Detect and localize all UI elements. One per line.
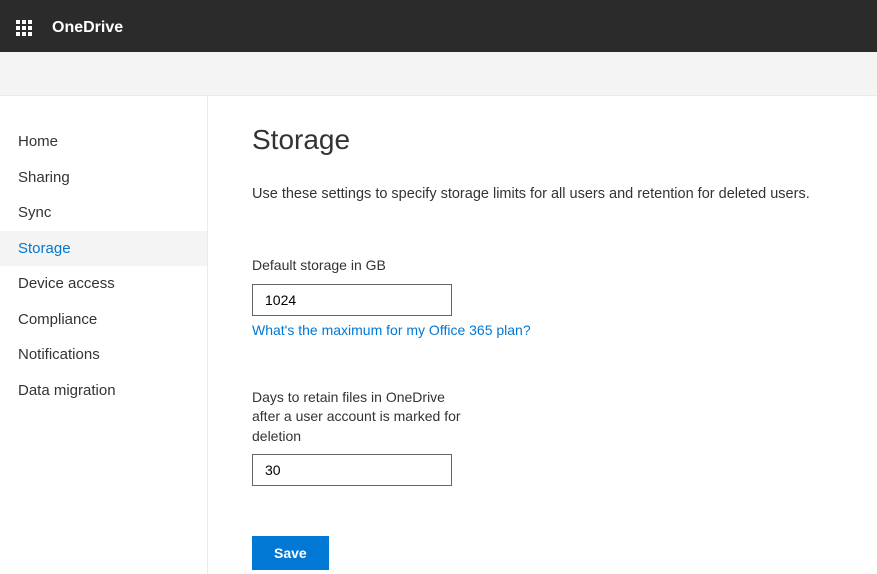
nav-item-notifications[interactable]: Notifications — [0, 337, 207, 373]
header-bar: OneDrive — [0, 4, 877, 52]
page-title: Storage — [252, 124, 837, 156]
nav-item-storage[interactable]: Storage — [0, 231, 207, 267]
retention-group: Days to retain files in OneDrive after a… — [252, 388, 837, 487]
nav-item-sync[interactable]: Sync — [0, 195, 207, 231]
storage-help-link[interactable]: What's the maximum for my Office 365 pla… — [252, 322, 837, 338]
sidebar-nav: Home Sharing Sync Storage Device access … — [0, 96, 208, 574]
body-container: Home Sharing Sync Storage Device access … — [0, 96, 877, 574]
save-button[interactable]: Save — [252, 536, 329, 570]
app-launcher-button[interactable] — [0, 4, 48, 52]
nav-item-sharing[interactable]: Sharing — [0, 160, 207, 196]
default-storage-label: Default storage in GB — [252, 256, 472, 276]
nav-item-device-access[interactable]: Device access — [0, 266, 207, 302]
nav-item-home[interactable]: Home — [0, 124, 207, 160]
page-description: Use these settings to specify storage li… — [252, 186, 837, 202]
main-content: Storage Use these settings to specify st… — [208, 96, 877, 574]
retention-input[interactable] — [252, 454, 452, 486]
default-storage-input[interactable] — [252, 284, 452, 316]
retention-label: Days to retain files in OneDrive after a… — [252, 388, 472, 447]
sub-header-bar — [0, 52, 877, 96]
nav-item-data-migration[interactable]: Data migration — [0, 373, 207, 409]
waffle-icon — [16, 20, 32, 36]
app-name: OneDrive — [48, 19, 123, 37]
default-storage-group: Default storage in GB What's the maximum… — [252, 256, 837, 338]
nav-item-compliance[interactable]: Compliance — [0, 302, 207, 338]
